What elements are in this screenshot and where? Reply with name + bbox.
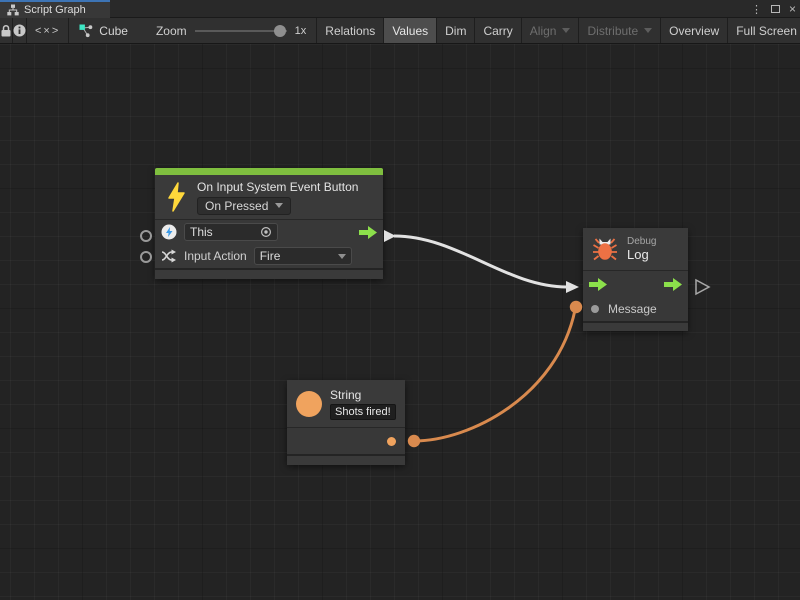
zoom-slider-handle[interactable] bbox=[274, 25, 286, 37]
string-type-icon bbox=[296, 391, 322, 417]
object-picker-icon[interactable] bbox=[260, 226, 272, 238]
flow-connection-event-to-log[interactable] bbox=[384, 230, 579, 293]
zoom-slider[interactable] bbox=[195, 30, 287, 32]
flow-output-arrow-indicator[interactable] bbox=[696, 280, 709, 294]
code-view-button[interactable]: <×> bbox=[27, 18, 69, 43]
graph-tab-icon bbox=[7, 4, 19, 16]
node-category: Debug bbox=[627, 236, 656, 247]
input-action-label: Input Action bbox=[184, 249, 247, 263]
node-string-literal[interactable]: String Shots fired! bbox=[287, 380, 405, 465]
overview-button[interactable]: Overview bbox=[661, 18, 728, 43]
graph-toolbar: <×> Cube Zoom 1x Relations Values Dim Ca… bbox=[0, 18, 800, 44]
graph-canvas[interactable]: On Input System Event Button On Pressed … bbox=[0, 44, 800, 600]
align-button[interactable]: Align bbox=[522, 18, 580, 43]
info-icon bbox=[13, 24, 26, 37]
message-label: Message bbox=[608, 302, 657, 316]
chevron-down-icon bbox=[562, 28, 570, 33]
lock-icon bbox=[0, 24, 12, 38]
event-mode-dropdown[interactable]: On Pressed bbox=[197, 197, 291, 215]
close-icon[interactable]: × bbox=[789, 4, 796, 14]
message-input-port[interactable] bbox=[591, 305, 599, 313]
distribute-button[interactable]: Distribute bbox=[579, 18, 661, 43]
string-value-field[interactable]: Shots fired! bbox=[330, 404, 396, 420]
flow-output-port[interactable] bbox=[359, 226, 377, 239]
node-title: Log bbox=[627, 247, 656, 262]
maximize-icon[interactable] bbox=[771, 5, 780, 13]
inspect-button[interactable] bbox=[13, 18, 27, 43]
bug-icon bbox=[592, 236, 618, 262]
input-action-value: Fire bbox=[260, 249, 281, 263]
tab-bar: Script Graph ⋮ × bbox=[0, 0, 800, 18]
graph-breadcrumb-bar: Cube Zoom 1x bbox=[69, 18, 317, 43]
flow-input-port[interactable] bbox=[589, 278, 607, 291]
align-button-label: Align bbox=[530, 24, 557, 38]
window-menu-icon[interactable]: ⋮ bbox=[751, 3, 762, 16]
event-flow-input-port[interactable] bbox=[140, 230, 152, 242]
values-button[interactable]: Values bbox=[384, 18, 437, 43]
breadcrumb-root[interactable]: Cube bbox=[99, 24, 128, 38]
input-action-dropdown[interactable]: Fire bbox=[254, 247, 352, 265]
node-title: On Input System Event Button bbox=[197, 180, 358, 194]
node-footer bbox=[155, 268, 383, 279]
chevron-down-icon bbox=[644, 28, 652, 33]
event-mode-value: On Pressed bbox=[205, 199, 268, 213]
value-connection-string-to-message[interactable] bbox=[408, 301, 582, 447]
flow-output-port[interactable] bbox=[664, 278, 682, 291]
graph-breadcrumb-icon bbox=[79, 24, 93, 38]
input-action-port-row: Input Action Fire bbox=[155, 244, 383, 268]
node-debug-log[interactable]: Debug Log Message bbox=[583, 228, 688, 331]
node-footer bbox=[287, 454, 405, 465]
string-output-port[interactable] bbox=[387, 437, 396, 446]
tab-title: Script Graph bbox=[24, 4, 86, 16]
carry-button[interactable]: Carry bbox=[475, 18, 521, 43]
event-value-input-port[interactable] bbox=[140, 251, 152, 263]
code-view-icon: <×> bbox=[35, 25, 60, 37]
target-object-field[interactable]: This bbox=[184, 223, 278, 241]
lock-button[interactable] bbox=[0, 18, 13, 43]
node-footer bbox=[583, 321, 688, 331]
tab-script-graph[interactable]: Script Graph bbox=[0, 0, 110, 18]
input-action-icon bbox=[161, 249, 177, 263]
message-port-row: Message bbox=[583, 297, 688, 321]
chevron-down-icon bbox=[338, 254, 346, 259]
zoom-label: Zoom bbox=[156, 24, 187, 38]
target-object-value: This bbox=[190, 225, 213, 239]
chevron-down-icon bbox=[275, 203, 283, 208]
node-on-input-system-event-button[interactable]: On Input System Event Button On Pressed … bbox=[155, 168, 383, 279]
distribute-button-label: Distribute bbox=[587, 24, 638, 38]
relations-button[interactable]: Relations bbox=[317, 18, 384, 43]
target-port-row: This bbox=[155, 220, 383, 244]
zoom-value: 1x bbox=[295, 25, 307, 37]
fullscreen-button[interactable]: Full Screen bbox=[728, 18, 800, 43]
node-title: String bbox=[330, 388, 396, 402]
dim-button[interactable]: Dim bbox=[437, 18, 475, 43]
lightning-bolt-icon bbox=[165, 182, 187, 212]
flow-port-row bbox=[583, 271, 688, 297]
gameobject-bolt-icon bbox=[161, 224, 177, 240]
event-node-accent-strip bbox=[155, 168, 383, 175]
